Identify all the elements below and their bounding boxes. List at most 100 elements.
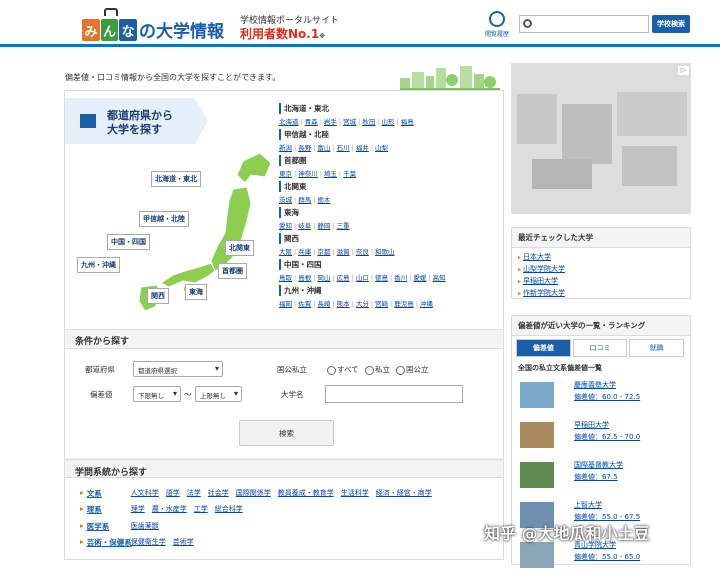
pref-link[interactable]: 千葉 [343, 170, 356, 178]
search-input[interactable] [519, 15, 649, 33]
pref-link[interactable]: 長崎 [317, 300, 330, 308]
pref-link[interactable]: 熊本 [337, 300, 350, 308]
tab-shushoku[interactable]: 就職 [629, 339, 685, 357]
site-logo[interactable]: み ん な [82, 11, 138, 41]
pref-link[interactable]: 和歌山 [375, 248, 395, 256]
pref-link[interactable]: 山口 [356, 274, 369, 282]
pref-link[interactable]: 奈良 [356, 248, 369, 256]
map-tag-tokai[interactable]: 東海 [185, 284, 207, 300]
type-radio-private[interactable]: 私立 [365, 364, 390, 375]
pref-link[interactable]: 群馬 [298, 196, 311, 204]
pref-link[interactable]: 大阪 [279, 248, 292, 256]
pref-link[interactable]: 秋田 [362, 118, 375, 126]
type-radio-all[interactable]: すべて [327, 364, 359, 375]
recent-link[interactable]: 日本大学 [523, 253, 551, 261]
ranking-university-link[interactable]: 上智大学 [574, 500, 684, 510]
tab-kuchikomi[interactable]: 口コミ [572, 339, 628, 357]
academic-link[interactable]: 人文科学 [131, 489, 159, 497]
pref-link[interactable]: 新潟 [279, 144, 292, 152]
pref-link[interactable]: 石川 [337, 144, 350, 152]
academic-category[interactable]: 理系 [87, 504, 131, 515]
pref-link[interactable]: 静岡 [317, 222, 330, 230]
pref-link[interactable]: 福井 [356, 144, 369, 152]
map-tag-chugoku-shikoku[interactable]: 中国・四国 [107, 234, 150, 250]
academic-link[interactable]: 保健衛生学 [131, 538, 166, 546]
academic-link[interactable]: 国際関係学 [236, 489, 271, 497]
pref-select[interactable]: 都道府県選択 [133, 361, 223, 377]
hensachi-high-select[interactable]: 上限無し [195, 386, 242, 402]
academic-category[interactable]: 医学系 [87, 521, 131, 532]
recent-link[interactable]: 山梨学院大学 [523, 265, 565, 273]
map-tag-kyushu-okinawa[interactable]: 九州・沖縄 [77, 257, 120, 273]
pref-link[interactable]: 鹿児島 [394, 300, 414, 308]
university-photo[interactable] [520, 542, 554, 568]
university-photo[interactable] [520, 462, 554, 488]
academic-link[interactable]: 生活科学 [341, 489, 369, 497]
pref-link[interactable]: 鳥取 [279, 274, 292, 282]
academic-category[interactable]: 文系 [87, 488, 131, 499]
pref-link[interactable]: 佐賀 [298, 300, 311, 308]
hensachi-low-select[interactable]: 下限無し [133, 386, 181, 402]
map-tag-kansai[interactable]: 関西 [147, 288, 169, 304]
recent-link[interactable]: 作新学院大学 [523, 289, 565, 297]
academic-link[interactable]: 法学 [187, 489, 201, 497]
pref-link[interactable]: 香川 [394, 274, 407, 282]
pref-link[interactable]: 岡山 [317, 274, 330, 282]
pref-link[interactable]: 愛媛 [413, 274, 426, 282]
pref-link[interactable]: 埼玉 [324, 170, 337, 178]
academic-link[interactable]: 工学 [194, 505, 208, 513]
pref-link[interactable]: 滋賀 [337, 248, 350, 256]
pref-link[interactable]: 広島 [337, 274, 350, 282]
map-tag-hokkaido-tohoku[interactable]: 北海道・東北 [151, 171, 201, 187]
recent-link[interactable]: 早稲田大学 [523, 277, 558, 285]
pref-link[interactable]: 長野 [298, 144, 311, 152]
pref-link[interactable]: 青森 [305, 118, 318, 126]
academic-link[interactable]: 理学 [131, 505, 145, 513]
pref-link[interactable]: 岐阜 [298, 222, 311, 230]
academic-category[interactable]: 芸術・保健系 [87, 537, 132, 548]
pref-link[interactable]: 島根 [298, 274, 311, 282]
university-name-input[interactable] [325, 385, 463, 403]
ranking-score[interactable]: 偏差値：55.0 - 65.0 [574, 552, 684, 562]
pref-link[interactable]: 山梨 [375, 144, 388, 152]
pref-link[interactable]: 沖縄 [420, 300, 433, 308]
pref-link[interactable]: 栃木 [317, 196, 330, 204]
pref-link[interactable]: 高知 [433, 274, 446, 282]
school-search-button[interactable]: 学校検索 [652, 15, 690, 33]
pref-link[interactable]: 北海道 [279, 118, 299, 126]
pref-link[interactable]: 徳島 [375, 274, 388, 282]
academic-link[interactable]: 語学 [166, 489, 180, 497]
pref-link[interactable]: 宮城 [343, 118, 356, 126]
ranking-score[interactable]: 偏差値：60.0 - 72.5 [574, 392, 684, 402]
academic-link[interactable]: 農・水産学 [152, 505, 187, 513]
ranking-university-link[interactable]: 慶應義塾大学 [574, 380, 684, 390]
pref-link[interactable]: 山形 [382, 118, 395, 126]
map-tag-shutoken[interactable]: 首都圏 [218, 263, 247, 279]
pref-link[interactable]: 神奈川 [298, 170, 318, 178]
academic-link[interactable]: 社会学 [208, 489, 229, 497]
pref-link[interactable]: 兵庫 [298, 248, 311, 256]
academic-link[interactable]: 医歯薬獣 [131, 522, 159, 530]
history-button[interactable]: 閲覧履歴 [480, 11, 514, 38]
academic-link[interactable]: 芸術学 [173, 538, 194, 546]
map-tag-koshinetsu-hokuriku[interactable]: 甲信越・北陸 [139, 211, 189, 227]
pref-link[interactable]: 茨城 [279, 196, 292, 204]
advertisement[interactable]: ▷ [511, 63, 691, 214]
academic-link[interactable]: 教員養成・教育学 [278, 489, 334, 497]
type-radio-public[interactable]: 国公立 [396, 364, 429, 375]
pref-link[interactable]: 三重 [337, 222, 350, 230]
university-photo[interactable] [520, 382, 554, 408]
ranking-score[interactable]: 偏差値：62.5 - 70.0 [574, 432, 684, 442]
japan-map[interactable] [65, 91, 279, 321]
academic-link[interactable]: 経済・経営・商学 [376, 489, 432, 497]
pref-link[interactable]: 愛知 [279, 222, 292, 230]
pref-link[interactable]: 京都 [317, 248, 330, 256]
map-tag-kita-kanto[interactable]: 北関東 [225, 240, 254, 256]
search-button[interactable]: 検索 [239, 420, 334, 446]
ranking-university-link[interactable]: 国際基督教大学 [574, 460, 684, 470]
pref-link[interactable]: 東京 [279, 170, 292, 178]
university-photo[interactable] [520, 422, 554, 448]
pref-link[interactable]: 岩手 [324, 118, 337, 126]
ranking-score[interactable]: 偏差値：67.5 [574, 472, 684, 482]
pref-link[interactable]: 福島 [401, 118, 414, 126]
